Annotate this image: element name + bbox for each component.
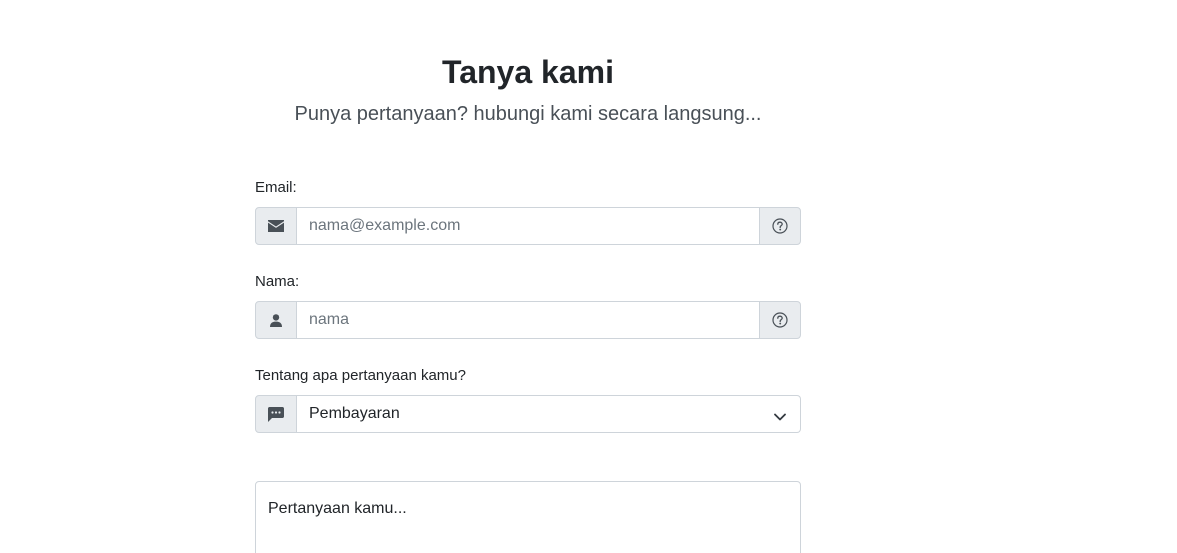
topic-select[interactable]: Pembayaran bbox=[297, 395, 801, 433]
name-help-icon[interactable] bbox=[759, 301, 801, 339]
email-input[interactable] bbox=[297, 207, 759, 245]
email-help-icon[interactable] bbox=[759, 207, 801, 245]
topic-label: Tentang apa pertanyaan kamu? bbox=[255, 367, 466, 384]
page-subtitle: Punya pertanyaan? hubungi kami secara la… bbox=[294, 103, 762, 125]
name-label: Nama: bbox=[255, 273, 300, 290]
envelope-icon bbox=[255, 207, 297, 245]
email-input-group bbox=[255, 207, 801, 245]
name-input-group bbox=[255, 301, 801, 339]
page-title: Tanya kami bbox=[442, 54, 614, 90]
email-label: Email: bbox=[255, 179, 297, 196]
question-textarea[interactable] bbox=[255, 481, 801, 553]
chat-bubble-icon bbox=[255, 395, 297, 433]
person-icon bbox=[255, 301, 297, 339]
topic-input-group: Pembayaran bbox=[255, 395, 801, 433]
name-input[interactable] bbox=[297, 301, 759, 339]
contact-page: Tanya kami Punya pertanyaan? hubungi kam… bbox=[0, 0, 1177, 553]
topic-selected-value: Pembayaran bbox=[309, 405, 400, 422]
chevron-down-icon bbox=[774, 409, 786, 427]
